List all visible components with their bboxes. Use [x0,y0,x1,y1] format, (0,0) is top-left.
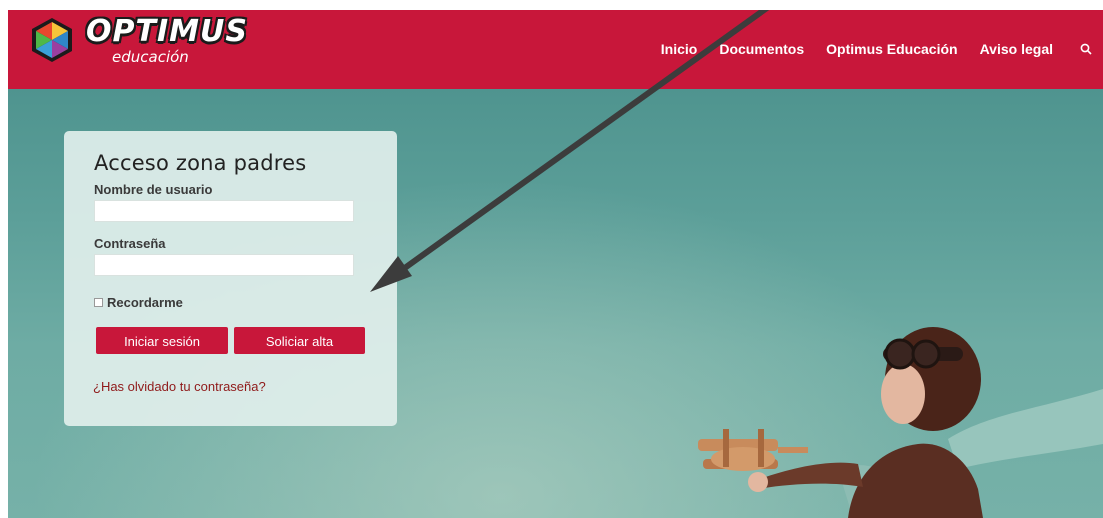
page-frame: Acceso zona padres Nombre de usuario Con… [8,10,1103,518]
annotation-arrow-icon [370,10,770,292]
